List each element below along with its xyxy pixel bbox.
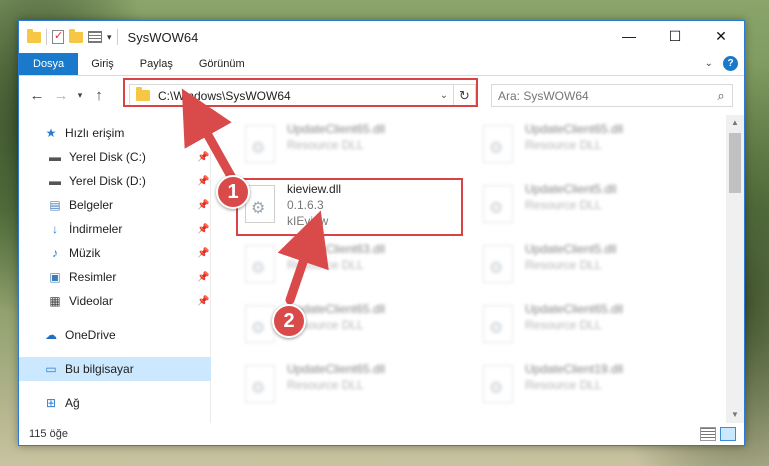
arrow-to-kieview-file (277, 210, 329, 305)
step-2-badge: 2 (272, 304, 306, 338)
annotation-arrows (181, 88, 329, 305)
step-1-badge: 1 (216, 175, 250, 209)
arrow-to-address-bar (181, 88, 237, 183)
